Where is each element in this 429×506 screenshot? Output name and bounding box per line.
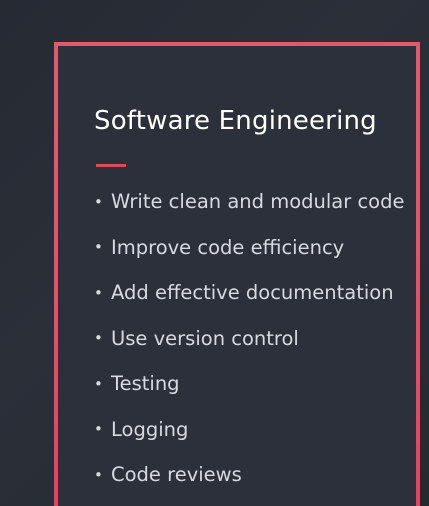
slide-card: Software Engineering • Write clean and m… (54, 42, 420, 506)
list-item: • Logging (94, 407, 404, 453)
list-item: • Improve code efficiency (94, 225, 404, 271)
title-accent-line (96, 164, 126, 167)
bullet-dot-icon: • (94, 283, 103, 302)
bullet-dot-icon: • (94, 329, 103, 348)
slide-title: Software Engineering (94, 106, 377, 136)
list-item: • Code reviews (94, 452, 404, 498)
bullet-dot-icon: • (94, 238, 103, 257)
bullet-dot-icon: • (94, 465, 103, 484)
list-item-label: Code reviews (111, 463, 242, 487)
list-item: • Use version control (94, 316, 404, 362)
list-item: • Add effective documentation (94, 270, 404, 316)
bullet-dot-icon: • (94, 420, 103, 439)
list-item-label: Add effective documentation (111, 281, 394, 305)
topic-list: • Write clean and modular code • Improve… (94, 179, 404, 498)
list-item-label: Improve code efficiency (111, 235, 345, 259)
list-item-label: Logging (111, 417, 189, 441)
list-item-label: Testing (111, 372, 180, 396)
list-item: • Testing (94, 361, 404, 407)
list-item: • Write clean and modular code (94, 179, 404, 225)
bullet-dot-icon: • (94, 192, 103, 211)
list-item-label: Use version control (111, 326, 299, 350)
list-item-label: Write clean and modular code (111, 190, 405, 214)
bullet-dot-icon: • (94, 374, 103, 393)
